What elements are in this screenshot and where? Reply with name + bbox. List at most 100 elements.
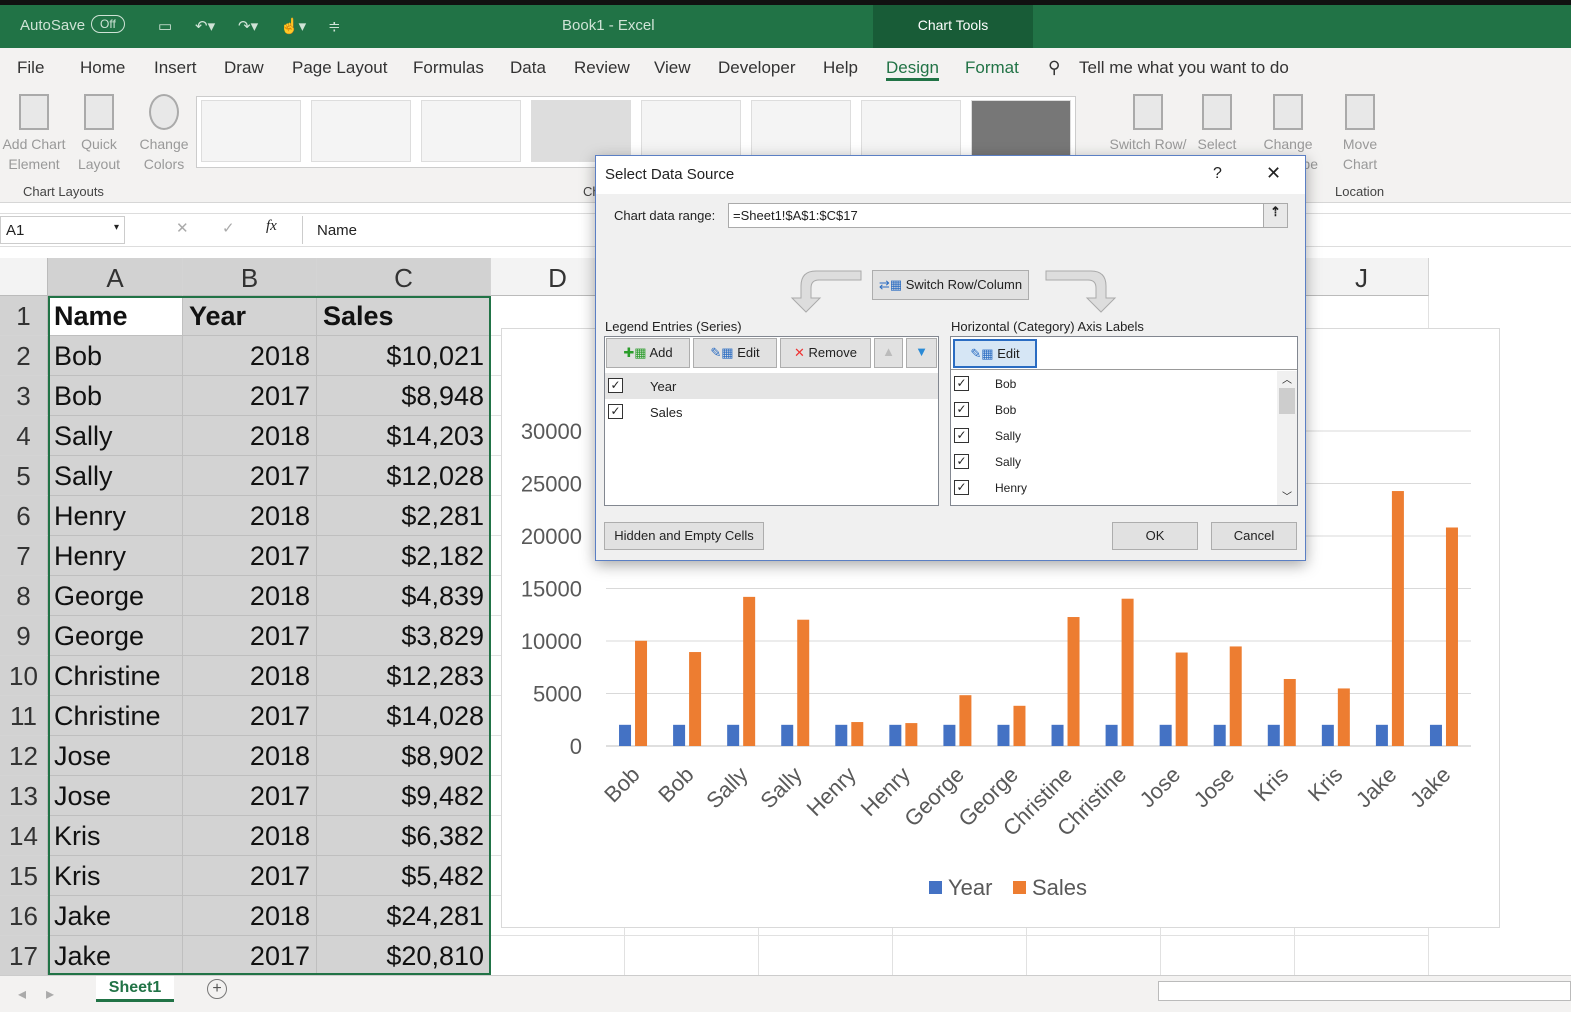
move-up-button[interactable]: ▲ <box>874 338 903 368</box>
move-down-button[interactable]: ▼ <box>906 338 937 368</box>
redo-icon[interactable]: ↷▾ <box>238 17 258 35</box>
tab-review[interactable]: Review <box>574 58 630 78</box>
customize-qat-icon[interactable]: ≑ <box>328 17 341 35</box>
vertical-scrollbar[interactable]: ︿ ﹀ <box>1277 371 1297 505</box>
quick-layout-button[interactable]: Quick Layout <box>70 88 128 174</box>
axis-label-item[interactable]: ✓ Sally <box>951 423 1276 449</box>
bar-sales[interactable] <box>1067 617 1080 746</box>
table-cell[interactable]: Kris <box>48 856 183 896</box>
table-cell[interactable]: Christine <box>48 656 183 696</box>
search-icon[interactable]: ⚲ <box>1048 58 1060 78</box>
header-cell[interactable]: Sales <box>317 296 491 336</box>
row-header[interactable]: 15 <box>0 856 48 896</box>
table-cell[interactable]: $12,028 <box>317 456 491 496</box>
save-icon[interactable]: ▭ <box>158 17 172 35</box>
move-chart-button[interactable]: Move Chart <box>1334 88 1386 174</box>
undo-icon[interactable]: ↶▾ <box>195 17 215 35</box>
axis-label-checkbox[interactable]: ✓ <box>954 454 969 469</box>
change-colors-button[interactable]: Change Colors <box>136 88 192 174</box>
table-cell[interactable]: $24,281 <box>317 896 491 936</box>
chart-style-thumb[interactable] <box>201 100 301 162</box>
tab-insert[interactable]: Insert <box>154 58 197 78</box>
tab-formulas[interactable]: Formulas <box>413 58 484 78</box>
chart-style-thumb[interactable] <box>641 100 741 162</box>
table-cell[interactable]: 2018 <box>183 496 317 536</box>
bar-year[interactable] <box>1429 724 1442 746</box>
bar-year[interactable] <box>673 724 686 746</box>
bar-sales[interactable] <box>797 619 810 746</box>
ok-button[interactable]: OK <box>1112 522 1198 550</box>
bar-year[interactable] <box>943 724 956 746</box>
bar-sales[interactable] <box>635 640 648 746</box>
tab-data[interactable]: Data <box>510 58 546 78</box>
tab-help[interactable]: Help <box>823 58 858 78</box>
row-header[interactable]: 2 <box>0 336 48 376</box>
table-cell[interactable]: Jose <box>48 776 183 816</box>
tab-format[interactable]: Format <box>965 58 1019 78</box>
bar-year[interactable] <box>1213 724 1226 746</box>
axis-label-item[interactable]: ✓ Bob <box>951 397 1276 423</box>
chart-style-thumb[interactable] <box>971 100 1071 162</box>
table-cell[interactable]: 2017 <box>183 776 317 816</box>
tab-page-layout[interactable]: Page Layout <box>292 58 387 78</box>
axis-label-checkbox[interactable]: ✓ <box>954 376 969 391</box>
table-cell[interactable]: $12,283 <box>317 656 491 696</box>
series-checkbox[interactable]: ✓ <box>608 404 623 419</box>
table-cell[interactable]: $10,021 <box>317 336 491 376</box>
table-cell[interactable]: 2018 <box>183 736 317 776</box>
axis-label-item[interactable]: ✓ Bob <box>951 371 1276 397</box>
bar-sales[interactable] <box>743 596 756 746</box>
axis-label-checkbox[interactable]: ✓ <box>954 480 969 495</box>
axis-label-checkbox[interactable]: ✓ <box>954 428 969 443</box>
row-header[interactable]: 10 <box>0 656 48 696</box>
bar-sales[interactable] <box>1175 652 1188 746</box>
row-header[interactable]: 4 <box>0 416 48 456</box>
table-cell[interactable]: 2018 <box>183 336 317 376</box>
table-cell[interactable]: Jake <box>48 896 183 936</box>
table-cell[interactable]: $14,028 <box>317 696 491 736</box>
tab-home[interactable]: Home <box>80 58 125 78</box>
bar-sales[interactable] <box>959 695 972 746</box>
chart-style-thumb[interactable] <box>751 100 851 162</box>
bar-sales[interactable] <box>689 652 702 746</box>
bar-year[interactable] <box>619 724 632 746</box>
column-header-b[interactable]: B <box>183 258 317 296</box>
bar-year[interactable] <box>781 724 794 746</box>
table-cell[interactable]: 2018 <box>183 816 317 856</box>
tab-design[interactable]: Design <box>886 58 939 81</box>
bar-year[interactable] <box>1321 724 1334 746</box>
remove-series-button[interactable]: ✕ Remove <box>780 338 871 368</box>
bar-sales[interactable] <box>851 722 864 746</box>
bar-sales[interactable] <box>1229 646 1242 746</box>
table-cell[interactable]: $2,182 <box>317 536 491 576</box>
header-cell[interactable]: Name <box>48 296 183 336</box>
hidden-empty-cells-button[interactable]: Hidden and Empty Cells <box>604 522 764 550</box>
chart-style-thumb[interactable] <box>531 100 631 162</box>
chart-style-thumb[interactable] <box>421 100 521 162</box>
table-cell[interactable]: Henry <box>48 496 183 536</box>
table-cell[interactable]: $8,948 <box>317 376 491 416</box>
table-cell[interactable]: 2018 <box>183 576 317 616</box>
row-header[interactable]: 8 <box>0 576 48 616</box>
row-header[interactable]: 7 <box>0 536 48 576</box>
table-cell[interactable]: $6,382 <box>317 816 491 856</box>
table-cell[interactable]: $14,203 <box>317 416 491 456</box>
add-chart-element-button[interactable]: Add Chart Element <box>0 88 68 174</box>
axis-label-checkbox[interactable]: ✓ <box>954 402 969 417</box>
table-cell[interactable]: $8,902 <box>317 736 491 776</box>
row-header[interactable]: 6 <box>0 496 48 536</box>
table-cell[interactable]: George <box>48 616 183 656</box>
scroll-right-icon[interactable]: ▸ <box>46 984 54 1004</box>
bar-sales[interactable] <box>1445 527 1458 746</box>
table-cell[interactable]: Jose <box>48 736 183 776</box>
scroll-left-icon[interactable]: ◂ <box>18 984 26 1004</box>
table-cell[interactable]: 2017 <box>183 856 317 896</box>
autosave-toggle[interactable]: Off <box>91 15 125 33</box>
row-header[interactable]: 16 <box>0 896 48 936</box>
table-cell[interactable]: 2017 <box>183 536 317 576</box>
scroll-up-icon[interactable]: ︿ <box>1277 371 1297 386</box>
scroll-down-icon[interactable]: ﹀ <box>1277 488 1297 503</box>
horizontal-scrollbar[interactable] <box>1158 981 1571 1001</box>
table-cell[interactable]: $20,810 <box>317 936 491 976</box>
table-cell[interactable]: 2017 <box>183 376 317 416</box>
